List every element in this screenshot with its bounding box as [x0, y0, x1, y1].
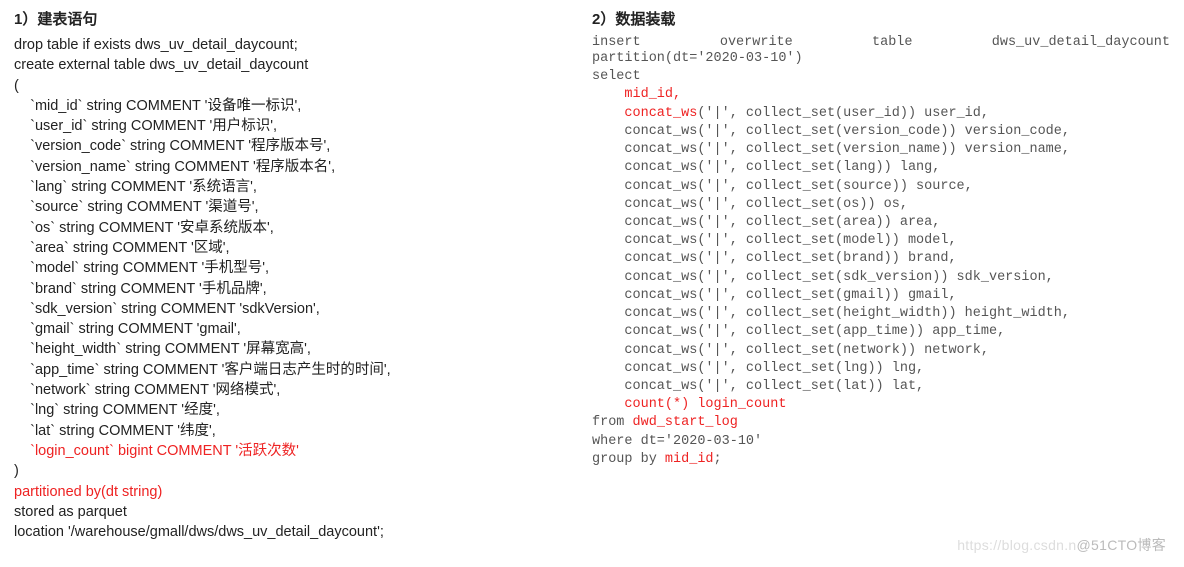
code-line: `source` string COMMENT '渠道号', — [14, 199, 259, 215]
code-line: concat_ws('|', collect_set(version_name)… — [592, 142, 1070, 157]
code-token-highlight: mid_id — [665, 452, 714, 467]
create-table-code: drop table if exists dws_uv_detail_dayco… — [14, 35, 582, 542]
code-line: where dt='2020-03-10' — [592, 434, 762, 449]
code-line: concat_ws('|', collect_set(lat)) lat, — [592, 379, 924, 394]
code-line: concat_ws('|', collect_set(model)) model… — [592, 233, 957, 248]
code-line: concat_ws('|', collect_set(version_code)… — [592, 124, 1070, 139]
code-line: concat_ws('|', collect_set(height_width)… — [592, 306, 1070, 321]
token: dws_uv_detail_daycount — [992, 35, 1170, 50]
code-line: partition(dt='2020-03-10') — [592, 51, 803, 66]
code-line: `lat` string COMMENT '纬度', — [14, 423, 216, 439]
code-line: stored as parquet — [14, 504, 127, 520]
code-line: ) — [14, 463, 19, 479]
token: overwrite — [720, 35, 793, 50]
watermark-faint: https://blog.csdn.n — [957, 537, 1076, 553]
code-line: `lang` string COMMENT '系统语言', — [14, 179, 257, 195]
right-heading: 2）数据装载 — [592, 8, 1170, 29]
code-token-highlight: mid_id, — [624, 87, 681, 102]
indent — [592, 87, 624, 102]
insert-code: insert overwrite table dws_uv_detail_day… — [592, 35, 1170, 469]
right-column: 2）数据装载 insert overwrite table dws_uv_det… — [592, 8, 1170, 559]
code-line: `os` string COMMENT '安卓系统版本', — [14, 220, 274, 236]
code-line: `model` string COMMENT '手机型号', — [14, 260, 269, 276]
token: insert — [592, 35, 641, 50]
code-token: ('|', collect_set(user_id)) user_id, — [697, 106, 989, 121]
code-token-highlight: concat_ws — [624, 106, 697, 121]
code-line: select — [592, 69, 641, 84]
code-line: concat_ws('|', collect_set(brand)) brand… — [592, 251, 957, 266]
code-line: concat_ws('|', collect_set(area)) area, — [592, 215, 940, 230]
indent — [592, 397, 624, 412]
code-line: location '/warehouse/gmall/dws/dws_uv_de… — [14, 524, 384, 540]
justified-line: insert overwrite table dws_uv_detail_day… — [592, 35, 1170, 50]
code-line: `version_name` string COMMENT '程序版本名', — [14, 159, 335, 175]
code-token-highlight: count(*) login_count — [624, 397, 786, 412]
code-line-highlight: `login_count` bigint COMMENT '活跃次数' — [14, 443, 299, 459]
code-line: `version_code` string COMMENT '程序版本号', — [14, 138, 330, 154]
code-token: ; — [714, 452, 722, 467]
code-line: concat_ws('|', collect_set(lng)) lng, — [592, 361, 924, 376]
code-line: ( — [14, 78, 19, 94]
code-line: `brand` string COMMENT '手机品牌', — [14, 281, 267, 297]
code-line: `area` string COMMENT '区域', — [14, 240, 230, 256]
code-line: `network` string COMMENT '网络模式', — [14, 382, 280, 398]
code-line: `sdk_version` string COMMENT 'sdkVersion… — [14, 301, 320, 317]
code-token-highlight: dwd_start_log — [633, 415, 738, 430]
code-line: `app_time` string COMMENT '客户端日志产生时的时间', — [14, 362, 391, 378]
code-line-highlight: partitioned by(dt string) — [14, 484, 162, 500]
watermark: https://blog.csdn.n@51CTO博客 — [957, 535, 1166, 555]
code-line: concat_ws('|', collect_set(source)) sour… — [592, 179, 973, 194]
code-line: concat_ws('|', collect_set(sdk_version))… — [592, 270, 1054, 285]
code-line: `lng` string COMMENT '经度', — [14, 402, 220, 418]
code-line: concat_ws('|', collect_set(lang)) lang, — [592, 160, 940, 175]
code-token: group by — [592, 452, 665, 467]
code-line: create external table dws_uv_detail_dayc… — [14, 57, 308, 73]
left-column: 1）建表语句 drop table if exists dws_uv_detai… — [14, 8, 592, 559]
code-line: `user_id` string COMMENT '用户标识', — [14, 118, 277, 134]
code-line: concat_ws('|', collect_set(os)) os, — [592, 197, 908, 212]
code-token: from — [592, 415, 633, 430]
left-heading: 1）建表语句 — [14, 8, 582, 29]
code-line: drop table if exists dws_uv_detail_dayco… — [14, 37, 298, 53]
watermark-main: @51CTO博客 — [1077, 537, 1166, 553]
code-line: `height_width` string COMMENT '屏幕宽高', — [14, 341, 311, 357]
code-line: `mid_id` string COMMENT '设备唯一标识', — [14, 98, 301, 114]
token: table — [872, 35, 913, 50]
indent — [592, 106, 624, 121]
code-line: concat_ws('|', collect_set(app_time)) ap… — [592, 324, 1005, 339]
code-line: concat_ws('|', collect_set(gmail)) gmail… — [592, 288, 957, 303]
code-line: concat_ws('|', collect_set(network)) net… — [592, 343, 989, 358]
code-line: `gmail` string COMMENT 'gmail', — [14, 321, 241, 337]
